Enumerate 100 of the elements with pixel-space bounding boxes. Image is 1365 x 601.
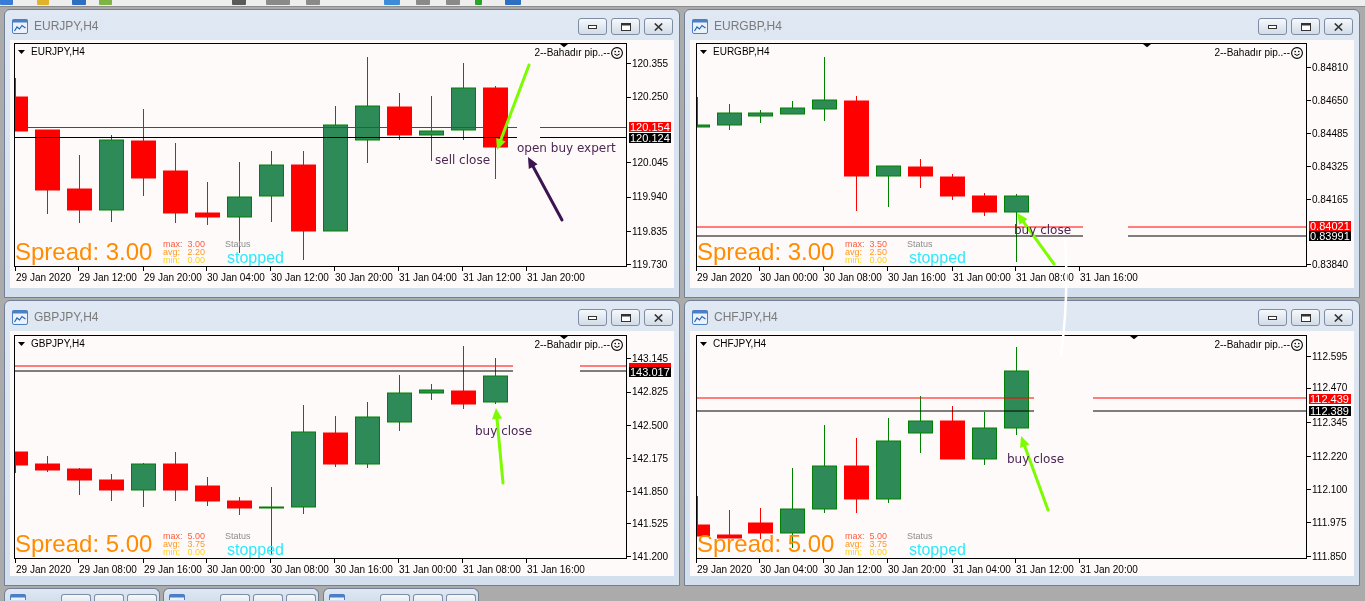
price-label: 0.83840 <box>1312 258 1349 270</box>
window-title: CHFJPY,H4 <box>714 310 778 325</box>
stat-label: max: <box>845 240 865 248</box>
price-label: 143.145 <box>632 352 669 364</box>
status-value: stopped <box>909 541 966 559</box>
price-label: 141.525 <box>632 517 669 529</box>
price-label: 142.500 <box>632 419 669 431</box>
close-icon <box>1334 313 1343 322</box>
stat-value: 5.00 <box>869 532 888 540</box>
status-value: stopped <box>227 249 284 267</box>
time-label: 31 Jan 04:00 <box>399 272 457 283</box>
status-value: stopped <box>909 249 966 267</box>
status-label: Status <box>907 531 933 541</box>
candle <box>227 496 252 516</box>
annotation-label: sell close <box>435 153 491 167</box>
caret-icon <box>18 49 25 54</box>
price-label: 112.595 <box>1312 350 1348 362</box>
minimize-button[interactable] <box>1258 18 1287 35</box>
spread-value: Spread: 5.00 <box>15 531 153 557</box>
stat-label: min: <box>845 548 862 556</box>
time-label: 31 Jan 16:00 <box>1080 272 1138 283</box>
candle <box>780 100 805 115</box>
candle <box>15 451 28 474</box>
restore-icon <box>620 22 631 31</box>
close-button[interactable] <box>1324 18 1353 35</box>
price-label: 120.355 <box>632 57 669 69</box>
stat-label: min: <box>163 548 180 556</box>
minimize-button[interactable] <box>578 18 607 35</box>
restore-button[interactable] <box>1291 18 1320 35</box>
time-label: 31 Jan 20:00 <box>527 272 585 283</box>
price-label: 119.730 <box>632 258 668 270</box>
time-label: 30 Jan 12:00 <box>824 564 882 575</box>
caret-icon <box>700 341 707 346</box>
price-label: 112.100 <box>1312 483 1348 495</box>
candle <box>483 357 508 405</box>
stat-value: 2.50 <box>869 248 888 256</box>
minimize-button[interactable] <box>1258 309 1287 326</box>
candle <box>387 92 412 141</box>
candle <box>940 173 965 201</box>
time-label: 29 Jan 2020 <box>16 564 72 575</box>
restore-button[interactable] <box>611 18 640 35</box>
annotation-label: buy close <box>1007 452 1065 466</box>
triangle-marker-icon <box>560 44 568 48</box>
candle <box>908 158 933 189</box>
bid-price-label: 143.017 <box>629 367 671 377</box>
maximize-button[interactable] <box>413 594 443 601</box>
close-button[interactable] <box>644 309 673 326</box>
price-label: 119.835 <box>632 225 668 237</box>
restore-button[interactable] <box>611 309 640 326</box>
minimize-icon <box>588 24 597 29</box>
chart-window-icon <box>169 594 185 600</box>
ask-price-label: 120.154 <box>629 122 671 132</box>
stat-label: avg: <box>845 540 862 548</box>
candle <box>697 96 710 128</box>
time-label: 29 Jan 2020 <box>697 272 753 283</box>
bid-price-label: 120.124 <box>629 132 671 143</box>
stat-value: 5.00 <box>187 532 206 540</box>
candle <box>876 165 901 208</box>
stat-label: min: <box>163 256 180 264</box>
price-label: 112.220 <box>1312 450 1348 462</box>
price-label: 0.84325 <box>1312 160 1349 172</box>
smiley-icon <box>1291 46 1303 59</box>
close-button[interactable] <box>644 18 673 35</box>
candle <box>195 181 220 226</box>
symbol-label: GBPJPY,H4 <box>31 338 85 349</box>
candle <box>355 401 380 469</box>
price-label: 112.345 <box>1312 416 1348 428</box>
candle <box>717 103 742 131</box>
close-icon <box>654 22 663 31</box>
indicator-label: 2--Bahadır pip..-- <box>1214 47 1290 58</box>
status-label: Status <box>907 239 933 249</box>
time-label: 31 Jan 00:00 <box>953 272 1011 283</box>
price-label: 0.84650 <box>1312 94 1349 106</box>
price-label: 111.850 <box>1312 550 1347 562</box>
close-button[interactable] <box>1324 309 1353 326</box>
restore-icon <box>1300 22 1311 31</box>
time-label: 30 Jan 04:00 <box>207 272 265 283</box>
close-icon <box>654 313 663 322</box>
annotation-label: buy close <box>475 424 533 438</box>
price-label: 119.940 <box>632 191 668 202</box>
stat-label: avg: <box>163 248 180 256</box>
time-label: 30 Jan 04:00 <box>760 564 818 575</box>
symbol-label: CHFJPY,H4 <box>713 338 767 349</box>
stat-label: avg: <box>163 540 180 548</box>
stat-value: 3.50 <box>869 240 888 248</box>
time-label: 30 Jan 08:00 <box>824 272 882 283</box>
minimize-button[interactable] <box>578 309 607 326</box>
price-label: 0.84165 <box>1312 193 1349 205</box>
time-label: 29 Jan 08:00 <box>79 564 137 575</box>
time-label: 31 Jan 08:00 <box>1016 272 1074 283</box>
maximize-button[interactable] <box>94 594 124 601</box>
restore-button[interactable] <box>1291 309 1320 326</box>
minimize-icon <box>1268 24 1277 29</box>
stat-value: 3.75 <box>869 540 888 548</box>
caret-icon <box>700 49 707 54</box>
chart-window-icon <box>12 310 28 325</box>
candle <box>451 345 476 410</box>
bid-price-label: 112.389 <box>1309 406 1351 416</box>
time-label: 29 Jan 20:00 <box>144 272 202 283</box>
maximize-button[interactable] <box>253 594 283 601</box>
